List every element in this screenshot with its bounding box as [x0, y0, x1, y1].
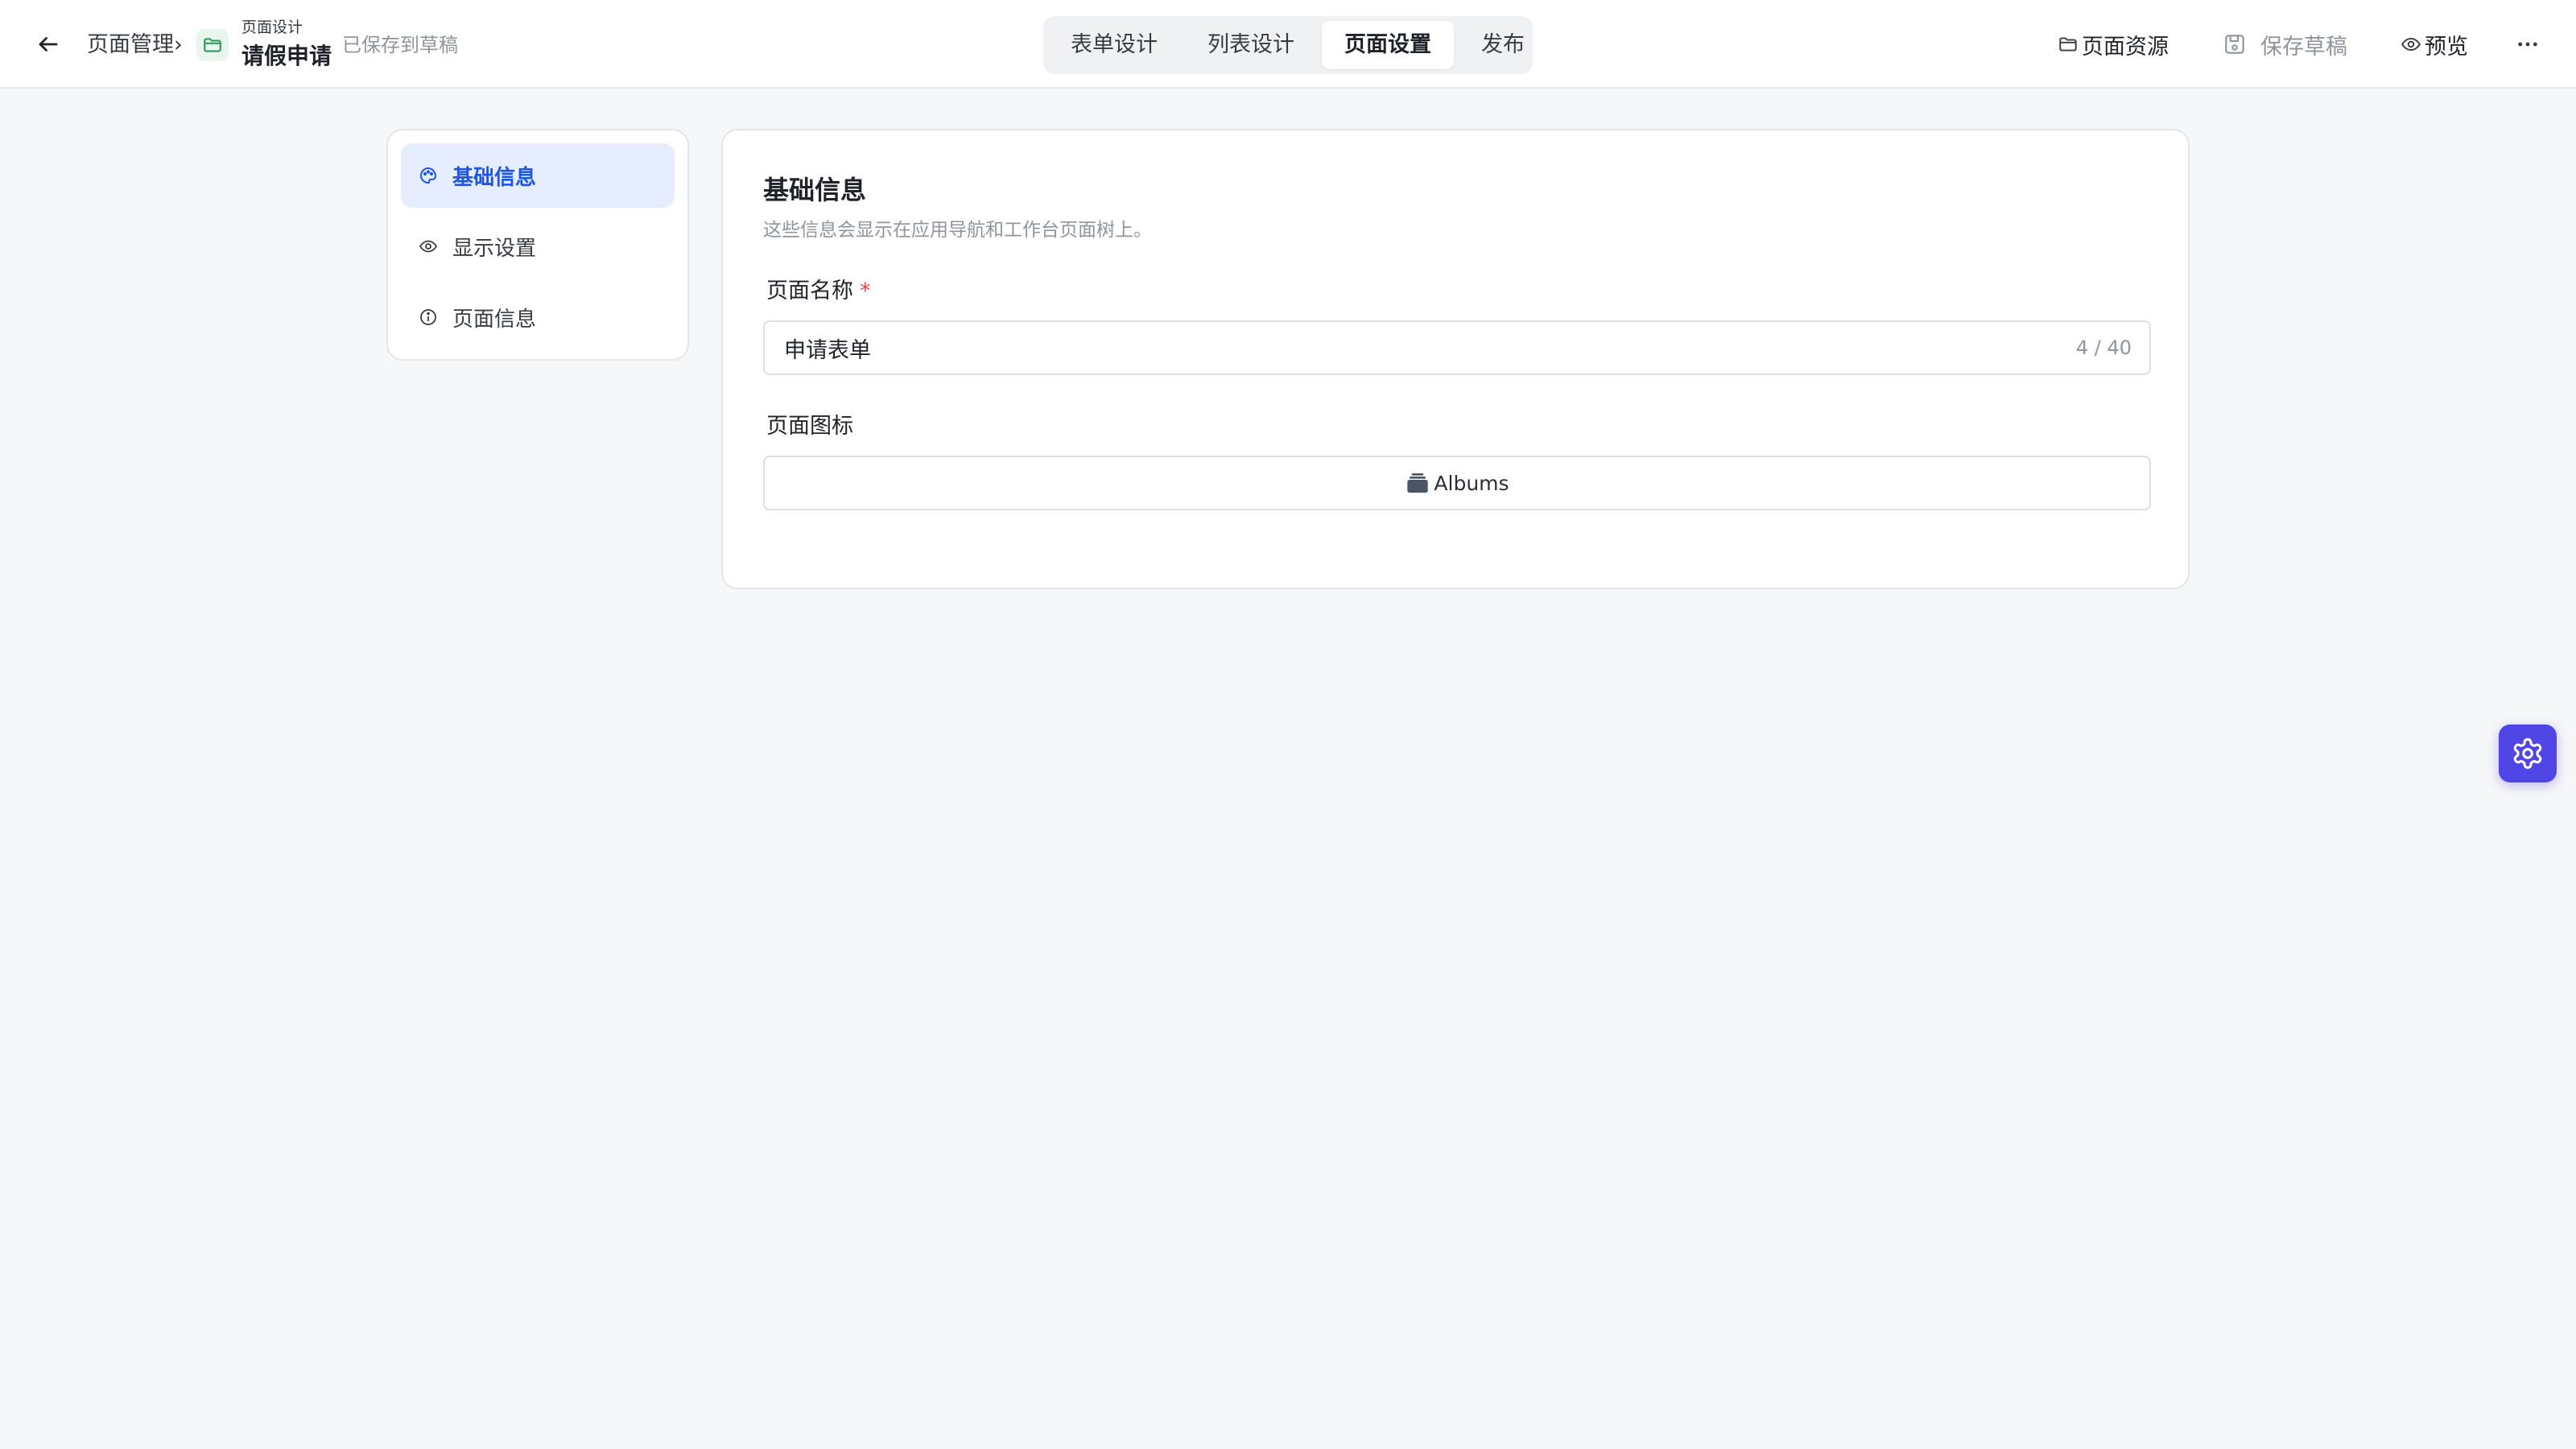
tab-form-design[interactable]: 表单设计: [1048, 21, 1180, 69]
more-menu-button[interactable]: [2512, 28, 2544, 60]
section-description: 这些信息会显示在应用导航和工作台页面树上。: [763, 220, 1152, 241]
page-name-value: 申请表单: [784, 337, 871, 363]
settings-nav: 基础信息 显示设置 页面信息: [386, 129, 689, 361]
save-draft-label: 保存草稿: [2260, 34, 2347, 60]
info-icon: [419, 308, 438, 327]
palette-icon: [419, 166, 438, 185]
breadcrumb-separator: ›: [174, 32, 183, 57]
preview-label: 预览: [2425, 34, 2468, 60]
page-name-label: 页面名称 *: [766, 277, 871, 306]
folder-icon: [2059, 37, 2077, 52]
gear-icon: [2513, 737, 2542, 770]
tab-page-settings[interactable]: 页面设置: [1322, 21, 1454, 69]
page-type-badge: [196, 29, 229, 61]
eye-icon: [419, 237, 438, 256]
settings-nav-item-page-info[interactable]: 页面信息: [401, 285, 675, 349]
basic-info-panel: 基础信息 这些信息会显示在应用导航和工作台页面树上。 页面名称 * 申请表单 4 …: [721, 129, 2190, 589]
page-name-input[interactable]: 申请表单 4 / 40: [763, 320, 2151, 375]
page-icon-label: 页面图标: [766, 414, 853, 439]
save-draft-button[interactable]: 保存草稿: [2222, 28, 2347, 60]
save-icon: [2225, 35, 2244, 54]
page-name-label-text: 页面名称: [766, 279, 853, 303]
section-title: 基础信息: [763, 175, 867, 205]
eye-icon: [2401, 37, 2421, 52]
tab-publish[interactable]: 发布: [1459, 21, 1547, 69]
settings-nav-label: 页面信息: [452, 307, 537, 332]
page-icon-picker[interactable]: Albums: [763, 456, 2151, 510]
floating-settings-button[interactable]: [2499, 724, 2557, 782]
tab-list-design[interactable]: 列表设计: [1185, 21, 1317, 69]
char-counter: 4 / 40: [2075, 336, 2132, 359]
required-mark: *: [860, 279, 871, 303]
back-button[interactable]: [32, 28, 64, 60]
arrow-left-icon: [39, 37, 58, 52]
settings-nav-item-display[interactable]: 显示设置: [401, 214, 675, 279]
page-resources-button[interactable]: 页面资源: [2058, 28, 2169, 60]
preview-button[interactable]: 预览: [2401, 28, 2468, 60]
more-horizontal-icon: [2518, 42, 2537, 47]
breadcrumb-parent[interactable]: 页面管理: [87, 31, 174, 60]
settings-nav-label: 显示设置: [452, 236, 537, 261]
page-subtitle: 页面设计: [242, 19, 303, 36]
page-title: 请假申请: [242, 43, 332, 69]
folder-icon: [204, 38, 221, 52]
settings-nav-label: 基础信息: [452, 165, 537, 190]
page-resources-label: 页面资源: [2082, 34, 2169, 60]
save-status: 已保存到草稿: [342, 34, 458, 56]
settings-nav-item-basic-info[interactable]: 基础信息: [401, 143, 675, 208]
design-tabs: 表单设计 列表设计 页面设置 发布: [1043, 16, 1533, 74]
albums-icon: [1407, 473, 1429, 493]
page-icon-value: Albums: [1434, 471, 1509, 495]
top-bar: 页面管理 › 页面设计 请假申请 已保存到草稿 表单设计 列表设计 页面设置 发…: [0, 0, 2576, 89]
